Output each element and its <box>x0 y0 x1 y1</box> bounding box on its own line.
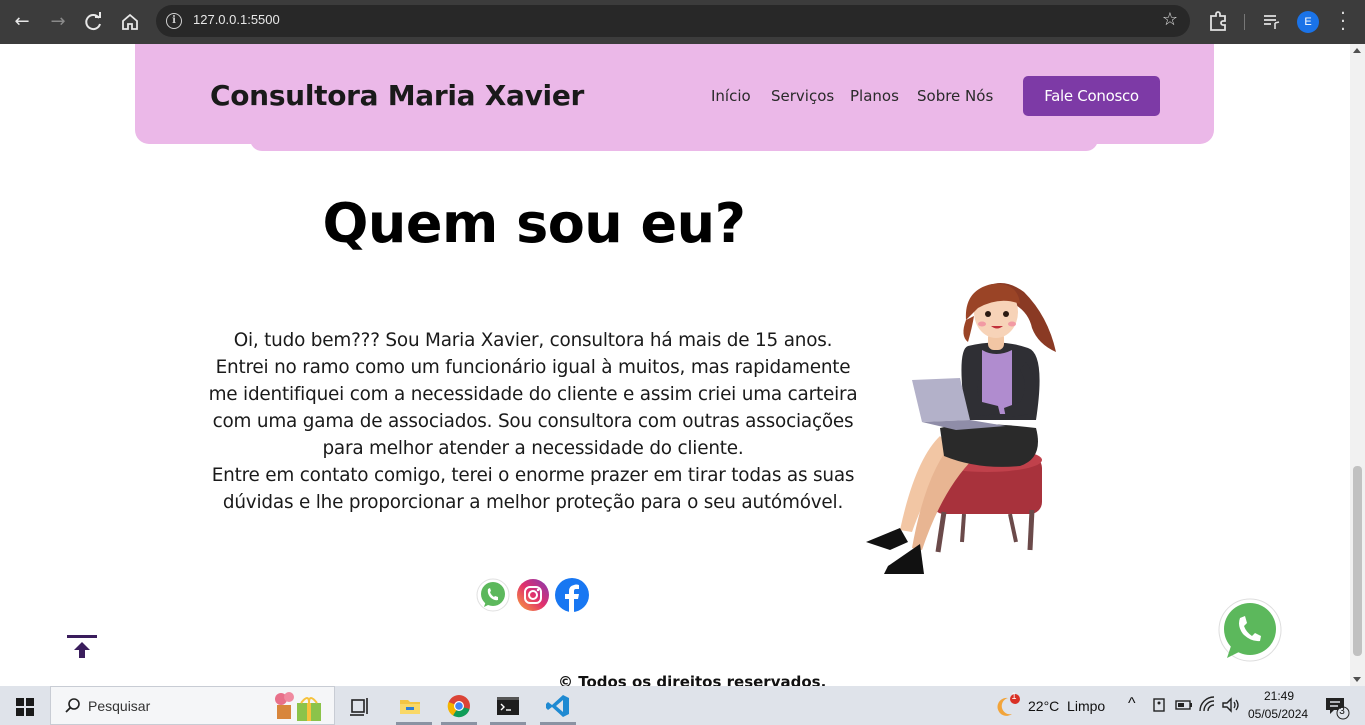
meet-now-icon[interactable] <box>1149 694 1171 716</box>
battery-icon[interactable] <box>1173 694 1195 716</box>
search-placeholder: Pesquisar <box>88 698 151 714</box>
search-icon <box>65 698 80 713</box>
media-controls-icon[interactable] <box>1262 11 1280 31</box>
weather-text[interactable]: 22°C Limpo <box>1028 698 1105 714</box>
profile-avatar[interactable]: E <box>1297 11 1319 33</box>
consultant-illustration <box>866 283 1056 574</box>
scroll-thumb[interactable] <box>1353 466 1362 656</box>
site-info-icon[interactable]: i <box>166 13 182 29</box>
reload-icon[interactable] <box>80 8 108 36</box>
page-scrollbar[interactable] <box>1350 44 1365 686</box>
browser-toolbar: ← → i 127.0.0.1:5500 ☆ E · · · <box>0 0 1365 44</box>
taskbar-search[interactable]: Pesquisar <box>50 686 335 725</box>
section-title: Quem sou eu? <box>322 192 746 255</box>
nav-sobre-nos[interactable]: Sobre Nós <box>917 87 993 105</box>
nav-inicio[interactable]: Início <box>711 87 751 105</box>
forward-icon[interactable]: → <box>44 8 72 36</box>
whatsapp-icon[interactable] <box>475 577 511 613</box>
windows-start-icon[interactable] <box>11 692 39 720</box>
nav-planos[interactable]: Planos <box>850 87 899 105</box>
browser-menu-icon[interactable]: · · · <box>1336 5 1350 39</box>
site-header: Consultora Maria Xavier Início Serviços … <box>135 44 1214 144</box>
url-text: 127.0.0.1:5500 <box>193 12 280 27</box>
scroll-down-arrow-icon[interactable] <box>1353 677 1361 682</box>
windows-taskbar: Pesquisar 1 22°C Limpo ^ 21:49 05/05/202… <box>0 686 1365 725</box>
clock-date[interactable]: 05/05/2024 <box>1248 707 1308 721</box>
wifi-icon[interactable] <box>1197 694 1219 716</box>
facebook-icon[interactable] <box>554 577 590 613</box>
notification-count: 3 <box>1339 706 1345 717</box>
whatsapp-float-button[interactable] <box>1217 598 1283 664</box>
terminal-icon[interactable] <box>494 692 522 720</box>
show-hidden-icons-icon[interactable]: ^ <box>1128 695 1136 713</box>
contact-button[interactable]: Fale Conosco <box>1023 76 1160 116</box>
back-icon[interactable]: ← <box>8 8 36 36</box>
chrome-icon[interactable] <box>445 692 473 720</box>
weather-badge: 1 <box>1011 691 1017 701</box>
clock-time[interactable]: 21:49 <box>1264 689 1294 703</box>
extensions-icon[interactable] <box>1207 9 1229 35</box>
task-view-icon[interactable] <box>346 692 374 720</box>
about-text: Oi, tudo bem??? Sou Maria Xavier, consul… <box>208 327 858 516</box>
instagram-icon[interactable] <box>515 577 551 613</box>
file-explorer-icon[interactable] <box>396 692 424 720</box>
address-bar[interactable]: i 127.0.0.1:5500 ☆ <box>156 5 1190 37</box>
footer-copyright: © Todos os direitos reservados. <box>558 673 827 686</box>
volume-icon[interactable] <box>1219 694 1241 716</box>
nav-servicos[interactable]: Serviços <box>771 87 834 105</box>
gift-flowers-icon <box>275 692 321 721</box>
about-paragraph-1: Oi, tudo bem??? Sou Maria Xavier, consul… <box>208 330 858 459</box>
brand-title[interactable]: Consultora Maria Xavier <box>210 79 584 112</box>
scroll-up-arrow-icon[interactable] <box>1353 48 1361 53</box>
about-paragraph-2: Entre em contato comigo, terei o enorme … <box>211 465 855 513</box>
back-to-top-icon[interactable] <box>66 634 98 660</box>
bookmark-star-icon[interactable]: ☆ <box>1162 9 1178 30</box>
home-icon[interactable] <box>116 8 144 36</box>
vscode-icon[interactable] <box>544 692 572 720</box>
toolbar-divider <box>1244 14 1245 30</box>
web-page: Consultora Maria Xavier Início Serviços … <box>0 44 1350 686</box>
